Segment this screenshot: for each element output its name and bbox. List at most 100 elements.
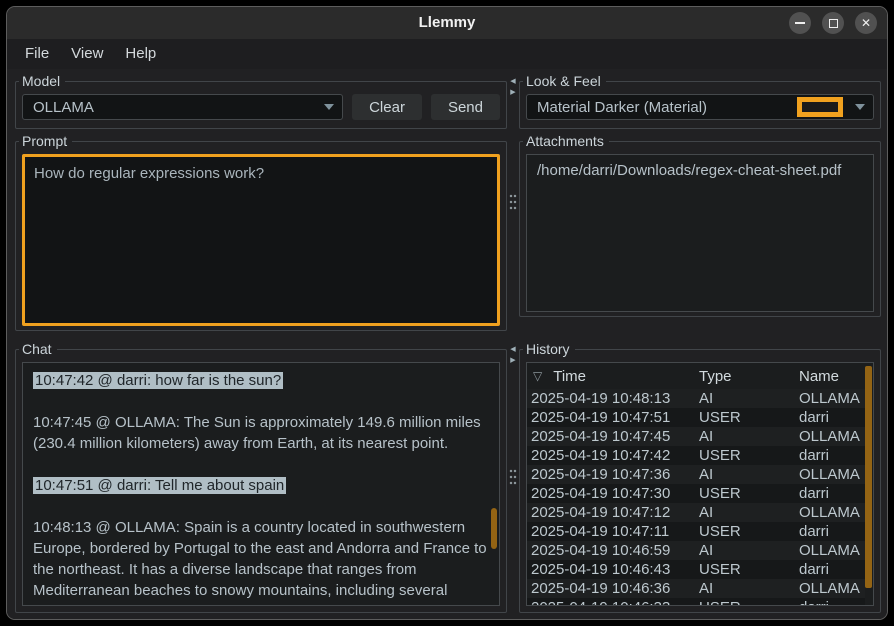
model-combobox[interactable]: OLLAMA xyxy=(22,94,343,120)
history-cell-name: OLLAMA xyxy=(799,541,865,560)
chat-scrollbar-thumb[interactable] xyxy=(491,508,497,549)
model-combobox-value: OLLAMA xyxy=(33,99,316,116)
history-cell-type: AI xyxy=(699,427,799,446)
splitter-collapse-left-icon[interactable]: ◀ xyxy=(507,345,519,355)
history-cell-time: 2025-04-19 10:47:42 xyxy=(531,446,699,465)
window-controls: ✕ xyxy=(789,12,877,34)
window-title: Llemmy xyxy=(7,7,887,39)
history-cell-name: darri xyxy=(799,484,865,503)
chevron-down-icon xyxy=(316,95,342,119)
history-row[interactable]: 2025-04-19 10:48:13 AI OLLAMA xyxy=(527,389,865,408)
maximize-button[interactable] xyxy=(822,12,844,34)
history-cell-name: OLLAMA xyxy=(799,465,865,484)
model-group: Model OLLAMA Clear Send xyxy=(15,73,507,129)
prompt-group-label: Prompt xyxy=(19,133,72,149)
chat-group-label: Chat xyxy=(19,341,57,357)
theme-combobox-value: Material Darker (Material) xyxy=(537,99,797,116)
theme-color-swatch xyxy=(797,97,843,117)
history-cell-time: 2025-04-19 10:48:13 xyxy=(531,389,699,408)
history-row[interactable]: 2025-04-19 10:47:42 USER darri xyxy=(527,446,865,465)
chat-log[interactable]: 10:47:42 @ darri: how far is the sun? 10… xyxy=(22,362,500,606)
history-cell-type: USER xyxy=(699,484,799,503)
splitter-grip-icon[interactable] xyxy=(509,468,517,486)
chat-message: 10:47:51 @ darri: Tell me about spain xyxy=(33,475,489,496)
chat-group: Chat 10:47:42 @ darri: how far is the su… xyxy=(15,341,507,613)
clear-button[interactable]: Clear xyxy=(352,94,422,120)
history-cell-time: 2025-04-19 10:47:12 xyxy=(531,503,699,522)
history-cell-time: 2025-04-19 10:47:45 xyxy=(531,427,699,446)
window-titlebar[interactable]: Llemmy ✕ xyxy=(7,7,887,39)
history-cell-type: AI xyxy=(699,465,799,484)
history-row[interactable]: 2025-04-19 10:46:59 AI OLLAMA xyxy=(527,541,865,560)
theme-combobox[interactable]: Material Darker (Material) xyxy=(526,94,874,120)
history-row[interactable]: 2025-04-19 10:46:43 USER darri xyxy=(527,560,865,579)
attachments-group: Attachments /home/darri/Downloads/regex-… xyxy=(519,133,881,317)
maximize-icon xyxy=(829,19,838,28)
history-row[interactable]: 2025-04-19 10:46:33 USER darri xyxy=(527,598,865,605)
splitter-collapse-left-icon[interactable]: ◀ xyxy=(507,77,519,87)
history-cell-time: 2025-04-19 10:46:36 xyxy=(531,579,699,598)
history-row[interactable]: 2025-04-19 10:47:45 AI OLLAMA xyxy=(527,427,865,446)
chat-message: 10:47:45 @ OLLAMA: The Sun is approximat… xyxy=(33,412,489,454)
history-cell-name: OLLAMA xyxy=(799,503,865,522)
splitter-grip-icon[interactable] xyxy=(509,193,517,211)
history-cell-type: USER xyxy=(699,522,799,541)
history-table: ▽ Time Type Name 2025-04-19 10:48:13 AI … xyxy=(526,362,874,606)
history-scrollbar[interactable] xyxy=(865,363,872,605)
history-scrollbar-thumb[interactable] xyxy=(865,366,872,588)
history-cell-time: 2025-04-19 10:47:30 xyxy=(531,484,699,503)
history-group-label: History xyxy=(523,341,575,357)
menu-item[interactable]: View xyxy=(60,39,114,69)
history-row[interactable]: 2025-04-19 10:47:11 USER darri xyxy=(527,522,865,541)
chat-scrollbar[interactable] xyxy=(491,363,498,605)
attachments-group-label: Attachments xyxy=(523,133,609,149)
minimize-icon xyxy=(795,22,805,24)
model-group-label: Model xyxy=(19,73,65,89)
history-row[interactable]: 2025-04-19 10:47:30 USER darri xyxy=(527,484,865,503)
history-cell-type: USER xyxy=(699,598,799,605)
sort-descending-icon: ▽ xyxy=(531,370,542,382)
chevron-down-icon xyxy=(847,95,873,119)
chat-message: 10:48:13 @ OLLAMA: Spain is a country lo… xyxy=(33,517,489,606)
history-cell-name: darri xyxy=(799,522,865,541)
history-row[interactable]: 2025-04-19 10:47:36 AI OLLAMA xyxy=(527,465,865,484)
history-cell-name: OLLAMA xyxy=(799,427,865,446)
send-button[interactable]: Send xyxy=(431,94,500,120)
history-row[interactable]: 2025-04-19 10:47:51 USER darri xyxy=(527,408,865,427)
history-cell-name: darri xyxy=(799,560,865,579)
history-cell-type: USER xyxy=(699,560,799,579)
app-window: Llemmy ✕ File View Help Model xyxy=(6,6,888,620)
look-and-feel-group-label: Look & Feel xyxy=(523,73,606,89)
history-cell-time: 2025-04-19 10:46:43 xyxy=(531,560,699,579)
attachments-list: /home/darri/Downloads/regex-cheat-sheet.… xyxy=(526,154,874,312)
menubar: File View Help xyxy=(7,39,887,69)
column-header-type[interactable]: Type xyxy=(699,368,799,385)
history-cell-time: 2025-04-19 10:47:36 xyxy=(531,465,699,484)
column-header-time[interactable]: ▽ Time xyxy=(531,368,699,385)
look-and-feel-group: Look & Feel Material Darker (Material) xyxy=(519,73,881,129)
attachment-item[interactable]: /home/darri/Downloads/regex-cheat-sheet.… xyxy=(529,161,871,180)
close-button[interactable]: ✕ xyxy=(855,12,877,34)
chat-message: 10:47:42 @ darri: how far is the sun? xyxy=(33,370,489,391)
history-cell-time: 2025-04-19 10:47:51 xyxy=(531,408,699,427)
history-cell-name: OLLAMA xyxy=(799,579,865,598)
history-cell-time: 2025-04-19 10:46:33 xyxy=(531,598,699,605)
menu-item[interactable]: Help xyxy=(114,39,167,69)
prompt-textarea[interactable]: How do regular expressions work? xyxy=(22,154,500,326)
menu-item[interactable]: File xyxy=(14,39,60,69)
history-row[interactable]: 2025-04-19 10:47:12 AI OLLAMA xyxy=(527,503,865,522)
history-cell-name: darri xyxy=(799,408,865,427)
history-cell-name: darri xyxy=(799,598,865,605)
history-cell-type: AI xyxy=(699,541,799,560)
history-cell-type: AI xyxy=(699,389,799,408)
history-row[interactable]: 2025-04-19 10:46:36 AI OLLAMA xyxy=(527,579,865,598)
splitter-collapse-right-icon[interactable]: ▶ xyxy=(507,356,519,366)
splitter-handle-top[interactable]: ◀ ▶ xyxy=(507,73,519,331)
history-cell-name: OLLAMA xyxy=(799,389,865,408)
column-header-name[interactable]: Name xyxy=(799,368,873,385)
history-cell-type: USER xyxy=(699,446,799,465)
minimize-button[interactable] xyxy=(789,12,811,34)
splitter-handle-bottom[interactable]: ◀ ▶ xyxy=(507,341,519,613)
history-cell-name: darri xyxy=(799,446,865,465)
splitter-collapse-right-icon[interactable]: ▶ xyxy=(507,88,519,98)
